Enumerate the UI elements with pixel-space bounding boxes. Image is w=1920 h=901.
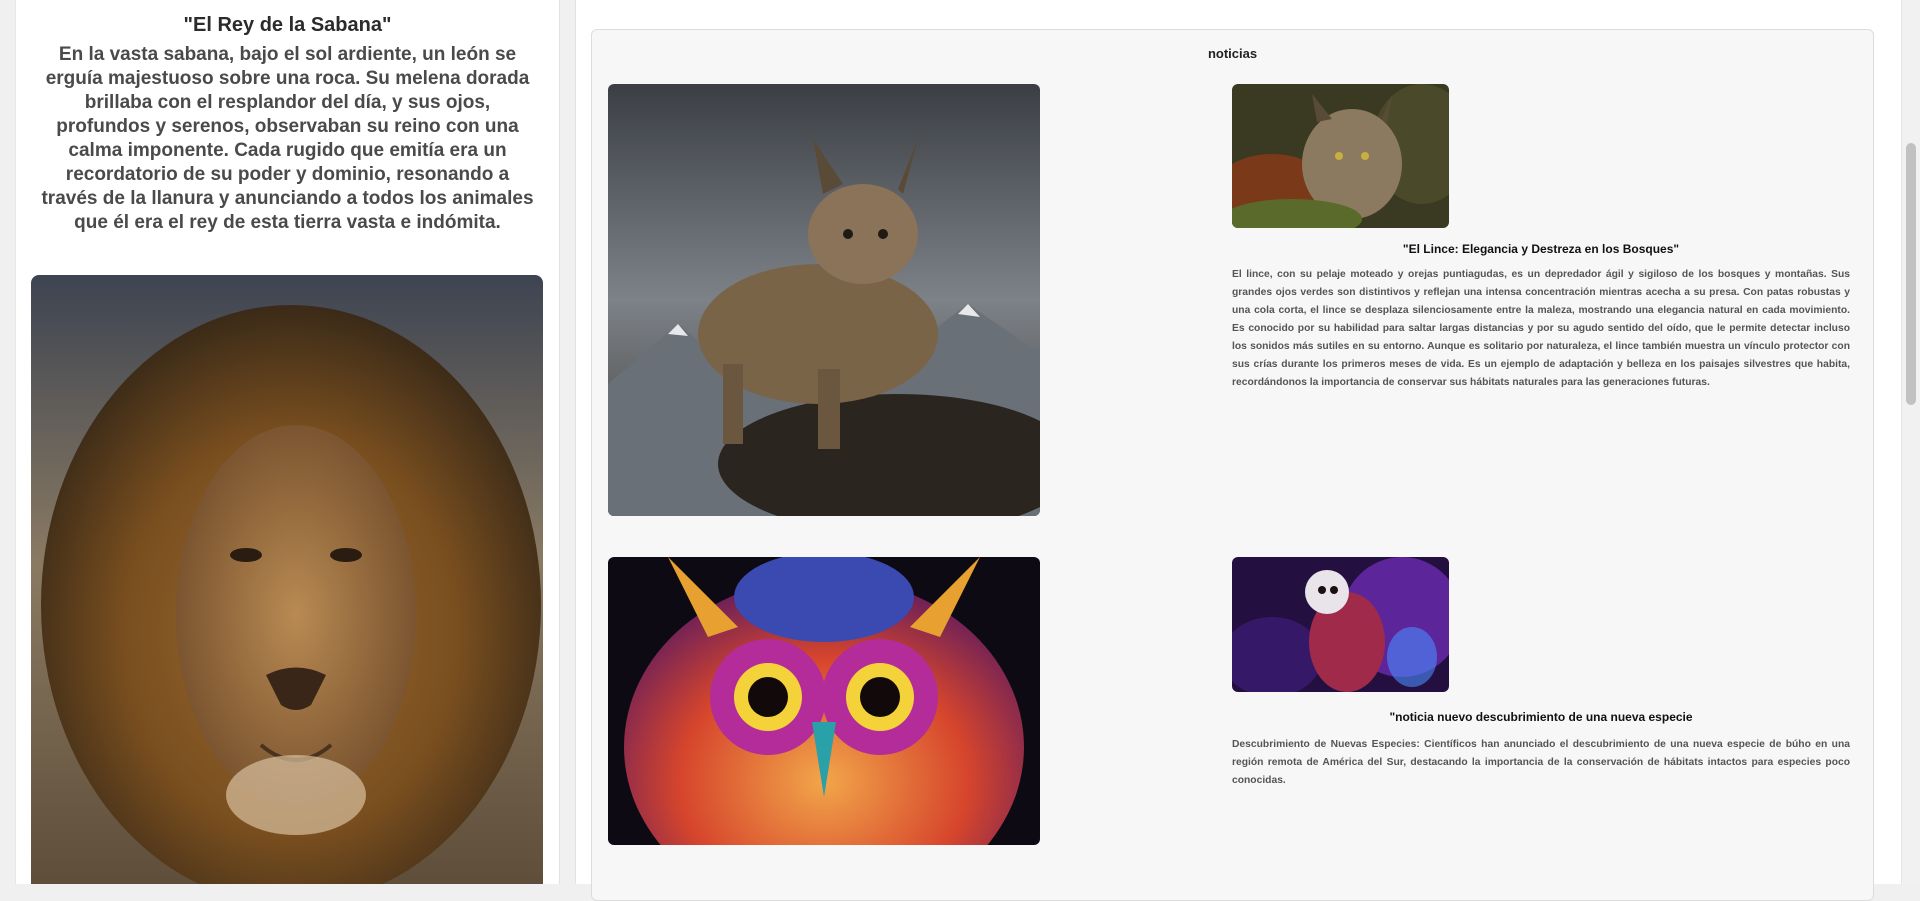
article-body-lynx: El lince, con su pelaje moteado y orejas… [1232, 269, 1850, 388]
article-title-lynx: "El Lince: Elegancia y Destreza en los B… [1402, 242, 1680, 256]
story-title: "El Rey de la Sabana" [183, 14, 392, 36]
owl-large-image [608, 557, 1040, 845]
page-scrollbar[interactable] [1901, 0, 1920, 884]
lynx-large-image [608, 84, 1040, 516]
lynx-thumbnail-image [1232, 84, 1449, 228]
main-content: noticias "El Lince: Elegancia y Destreza… [575, 0, 1912, 901]
owl-thumbnail-image [1232, 557, 1449, 692]
article-body-owl: Descubrimiento de Nuevas Especies: Cient… [1232, 739, 1850, 786]
story-body: En la vasta sabana, bajo el sol ardiente… [41, 44, 534, 233]
article-title-owl: "noticia nuevo descubrimiento de una nue… [1389, 710, 1693, 724]
news-heading: noticias [1207, 46, 1258, 61]
scrollbar-thumb[interactable] [1906, 143, 1916, 405]
story-column: "El Rey de la Sabana" En la vasta sabana… [15, 0, 560, 884]
news-panel: noticias "El Lince: Elegancia y Destreza… [591, 29, 1874, 901]
lion-image [31, 275, 543, 884]
